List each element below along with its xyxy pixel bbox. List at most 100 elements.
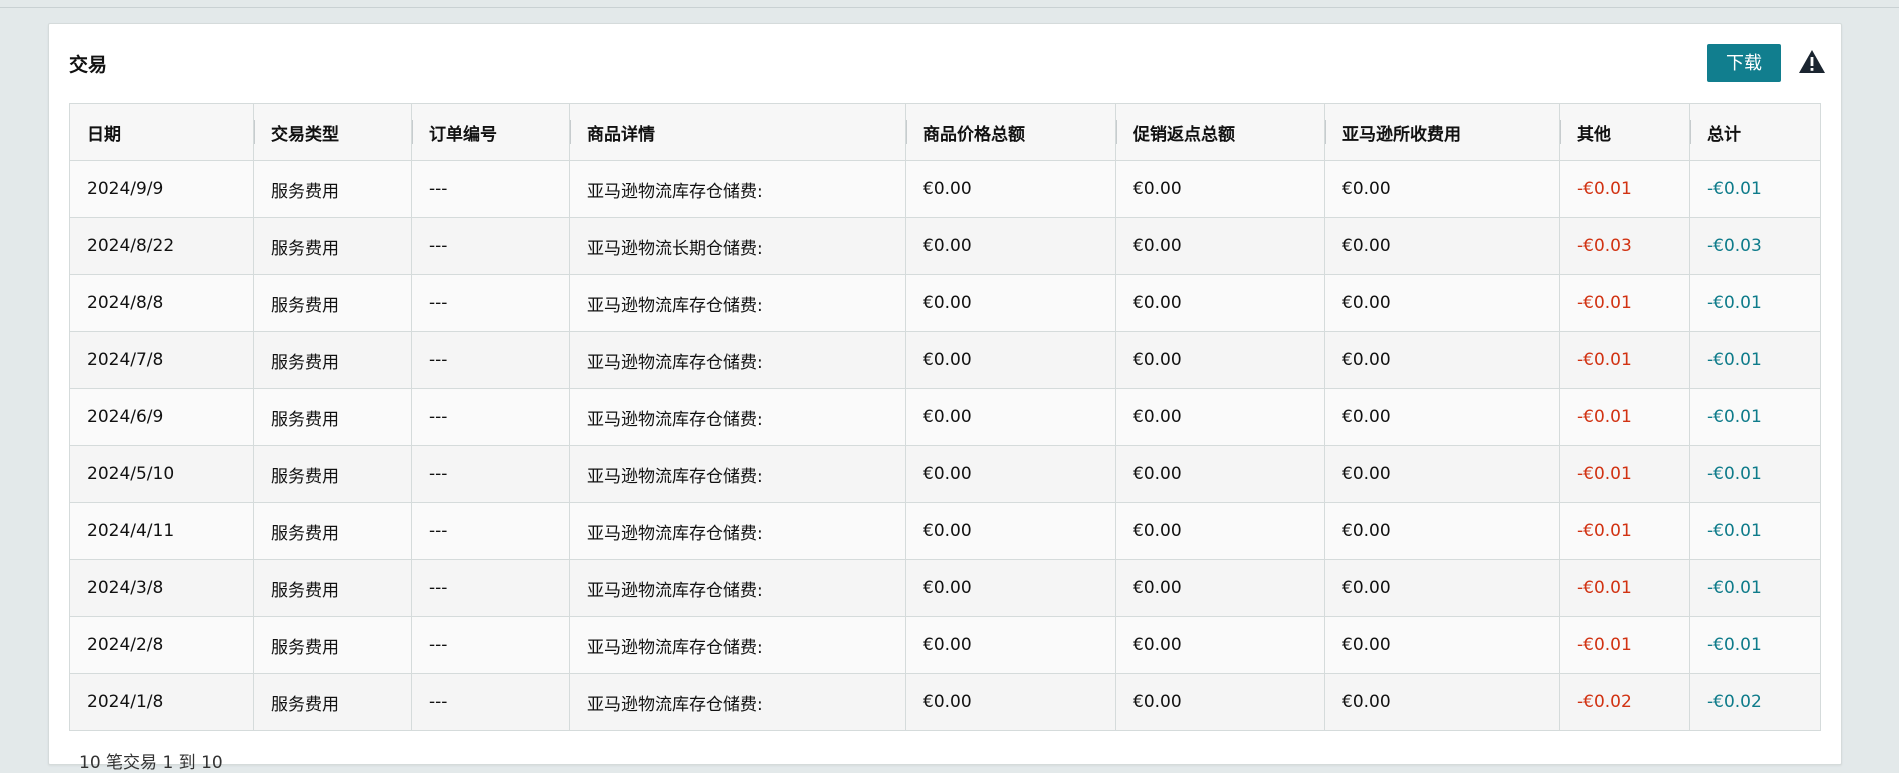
cell-order: --- xyxy=(411,217,570,275)
cell-detail: 亚马逊物流库存仓储费: xyxy=(569,673,906,731)
column-resize-handle[interactable] xyxy=(1116,120,1117,144)
column-header-detail[interactable]: 商品详情 xyxy=(569,103,906,161)
cell-total: -€0.01 xyxy=(1689,388,1821,446)
cell-other: -€0.02 xyxy=(1559,673,1690,731)
table-body: 2024/9/9 服务费用 --- 亚马逊物流库存仓储费: €0.00 €0.0… xyxy=(69,160,1821,731)
cell-date: 2024/3/8 xyxy=(69,559,254,617)
cell-type: 服务费用 xyxy=(253,388,412,446)
cell-price: €0.00 xyxy=(905,217,1116,275)
download-button[interactable]: 下载 xyxy=(1707,44,1781,82)
cell-other: -€0.01 xyxy=(1559,616,1690,674)
cell-type: 服务费用 xyxy=(253,217,412,275)
table-row: 2024/3/8 服务费用 --- 亚马逊物流库存仓储费: €0.00 €0.0… xyxy=(69,559,1821,617)
table-row: 2024/8/8 服务费用 --- 亚马逊物流库存仓储费: €0.00 €0.0… xyxy=(69,274,1821,332)
cell-order: --- xyxy=(411,274,570,332)
cell-type: 服务费用 xyxy=(253,502,412,560)
cell-price: €0.00 xyxy=(905,388,1116,446)
cell-detail: 亚马逊物流库存仓储费: xyxy=(569,274,906,332)
column-resize-handle[interactable] xyxy=(570,120,571,144)
cell-fees: €0.00 xyxy=(1324,616,1560,674)
cell-promo: €0.00 xyxy=(1115,217,1325,275)
cell-other: -€0.01 xyxy=(1559,160,1690,218)
column-header-date[interactable]: 日期 xyxy=(69,103,254,161)
column-resize-handle[interactable] xyxy=(1560,120,1561,144)
cell-order: --- xyxy=(411,673,570,731)
cell-type: 服务费用 xyxy=(253,160,412,218)
cell-promo: €0.00 xyxy=(1115,502,1325,560)
cell-fees: €0.00 xyxy=(1324,559,1560,617)
cell-total: -€0.02 xyxy=(1689,673,1821,731)
column-header-type[interactable]: 交易类型 xyxy=(253,103,412,161)
cell-order: --- xyxy=(411,160,570,218)
cell-total: -€0.03 xyxy=(1689,217,1821,275)
table-header-row: 日期 交易类型 订单编号 商品详情 商品价格总额 促销返点总额 亚马逊所收费用 … xyxy=(69,103,1821,161)
cell-type: 服务费用 xyxy=(253,559,412,617)
column-header-other[interactable]: 其他 xyxy=(1559,103,1690,161)
cell-date: 2024/6/9 xyxy=(69,388,254,446)
cell-price: €0.00 xyxy=(905,160,1116,218)
cell-detail: 亚马逊物流长期仓储费: xyxy=(569,217,906,275)
cell-order: --- xyxy=(411,502,570,560)
column-header-price[interactable]: 商品价格总额 xyxy=(905,103,1116,161)
cell-fees: €0.00 xyxy=(1324,673,1560,731)
cell-total: -€0.01 xyxy=(1689,160,1821,218)
cell-promo: €0.00 xyxy=(1115,160,1325,218)
cell-promo: €0.00 xyxy=(1115,616,1325,674)
cell-order: --- xyxy=(411,616,570,674)
cell-detail: 亚马逊物流库存仓储费: xyxy=(569,502,906,560)
cell-type: 服务费用 xyxy=(253,445,412,503)
cell-promo: €0.00 xyxy=(1115,673,1325,731)
cell-other: -€0.03 xyxy=(1559,217,1690,275)
cell-total: -€0.01 xyxy=(1689,616,1821,674)
top-bar xyxy=(0,0,1899,8)
cell-price: €0.00 xyxy=(905,616,1116,674)
cell-date: 2024/8/22 xyxy=(69,217,254,275)
cell-detail: 亚马逊物流库存仓储费: xyxy=(569,616,906,674)
cell-other: -€0.01 xyxy=(1559,388,1690,446)
column-resize-handle[interactable] xyxy=(906,120,907,144)
table-row: 2024/7/8 服务费用 --- 亚马逊物流库存仓储费: €0.00 €0.0… xyxy=(69,331,1821,389)
cell-date: 2024/4/11 xyxy=(69,502,254,560)
panel-title: 交易 xyxy=(69,54,108,76)
cell-detail: 亚马逊物流库存仓储费: xyxy=(569,331,906,389)
warning-triangle-icon[interactable] xyxy=(1797,48,1827,76)
cell-type: 服务费用 xyxy=(253,673,412,731)
cell-date: 2024/8/8 xyxy=(69,274,254,332)
cell-order: --- xyxy=(411,388,570,446)
cell-other: -€0.01 xyxy=(1559,559,1690,617)
table-row: 2024/9/9 服务费用 --- 亚马逊物流库存仓储费: €0.00 €0.0… xyxy=(69,160,1821,218)
column-resize-handle[interactable] xyxy=(1690,120,1691,144)
column-header-order[interactable]: 订单编号 xyxy=(411,103,570,161)
table-row: 2024/8/22 服务费用 --- 亚马逊物流长期仓储费: €0.00 €0.… xyxy=(69,217,1821,275)
column-resize-handle[interactable] xyxy=(412,120,413,144)
cell-detail: 亚马逊物流库存仓储费: xyxy=(569,388,906,446)
cell-promo: €0.00 xyxy=(1115,388,1325,446)
column-header-promo[interactable]: 促销返点总额 xyxy=(1115,103,1325,161)
column-resize-handle[interactable] xyxy=(254,120,255,144)
cell-type: 服务费用 xyxy=(253,274,412,332)
transactions-table: 日期 交易类型 订单编号 商品详情 商品价格总额 促销返点总额 亚马逊所收费用 … xyxy=(69,103,1821,731)
cell-detail: 亚马逊物流库存仓储费: xyxy=(569,160,906,218)
cell-other: -€0.01 xyxy=(1559,502,1690,560)
column-resize-handle[interactable] xyxy=(1325,120,1326,144)
cell-fees: €0.00 xyxy=(1324,331,1560,389)
cell-price: €0.00 xyxy=(905,559,1116,617)
cell-price: €0.00 xyxy=(905,673,1116,731)
cell-fees: €0.00 xyxy=(1324,160,1560,218)
column-header-total[interactable]: 总计 xyxy=(1689,103,1821,161)
cell-date: 2024/7/8 xyxy=(69,331,254,389)
column-header-fees[interactable]: 亚马逊所收费用 xyxy=(1324,103,1560,161)
cell-fees: €0.00 xyxy=(1324,502,1560,560)
cell-price: €0.00 xyxy=(905,445,1116,503)
cell-type: 服务费用 xyxy=(253,616,412,674)
table-row: 2024/6/9 服务费用 --- 亚马逊物流库存仓储费: €0.00 €0.0… xyxy=(69,388,1821,446)
cell-fees: €0.00 xyxy=(1324,445,1560,503)
cell-detail: 亚马逊物流库存仓储费: xyxy=(569,559,906,617)
cell-price: €0.00 xyxy=(905,331,1116,389)
cell-promo: €0.00 xyxy=(1115,274,1325,332)
cell-order: --- xyxy=(411,445,570,503)
table-row: 2024/5/10 服务费用 --- 亚马逊物流库存仓储费: €0.00 €0.… xyxy=(69,445,1821,503)
table-row: 2024/2/8 服务费用 --- 亚马逊物流库存仓储费: €0.00 €0.0… xyxy=(69,616,1821,674)
cell-order: --- xyxy=(411,331,570,389)
cell-detail: 亚马逊物流库存仓储费: xyxy=(569,445,906,503)
